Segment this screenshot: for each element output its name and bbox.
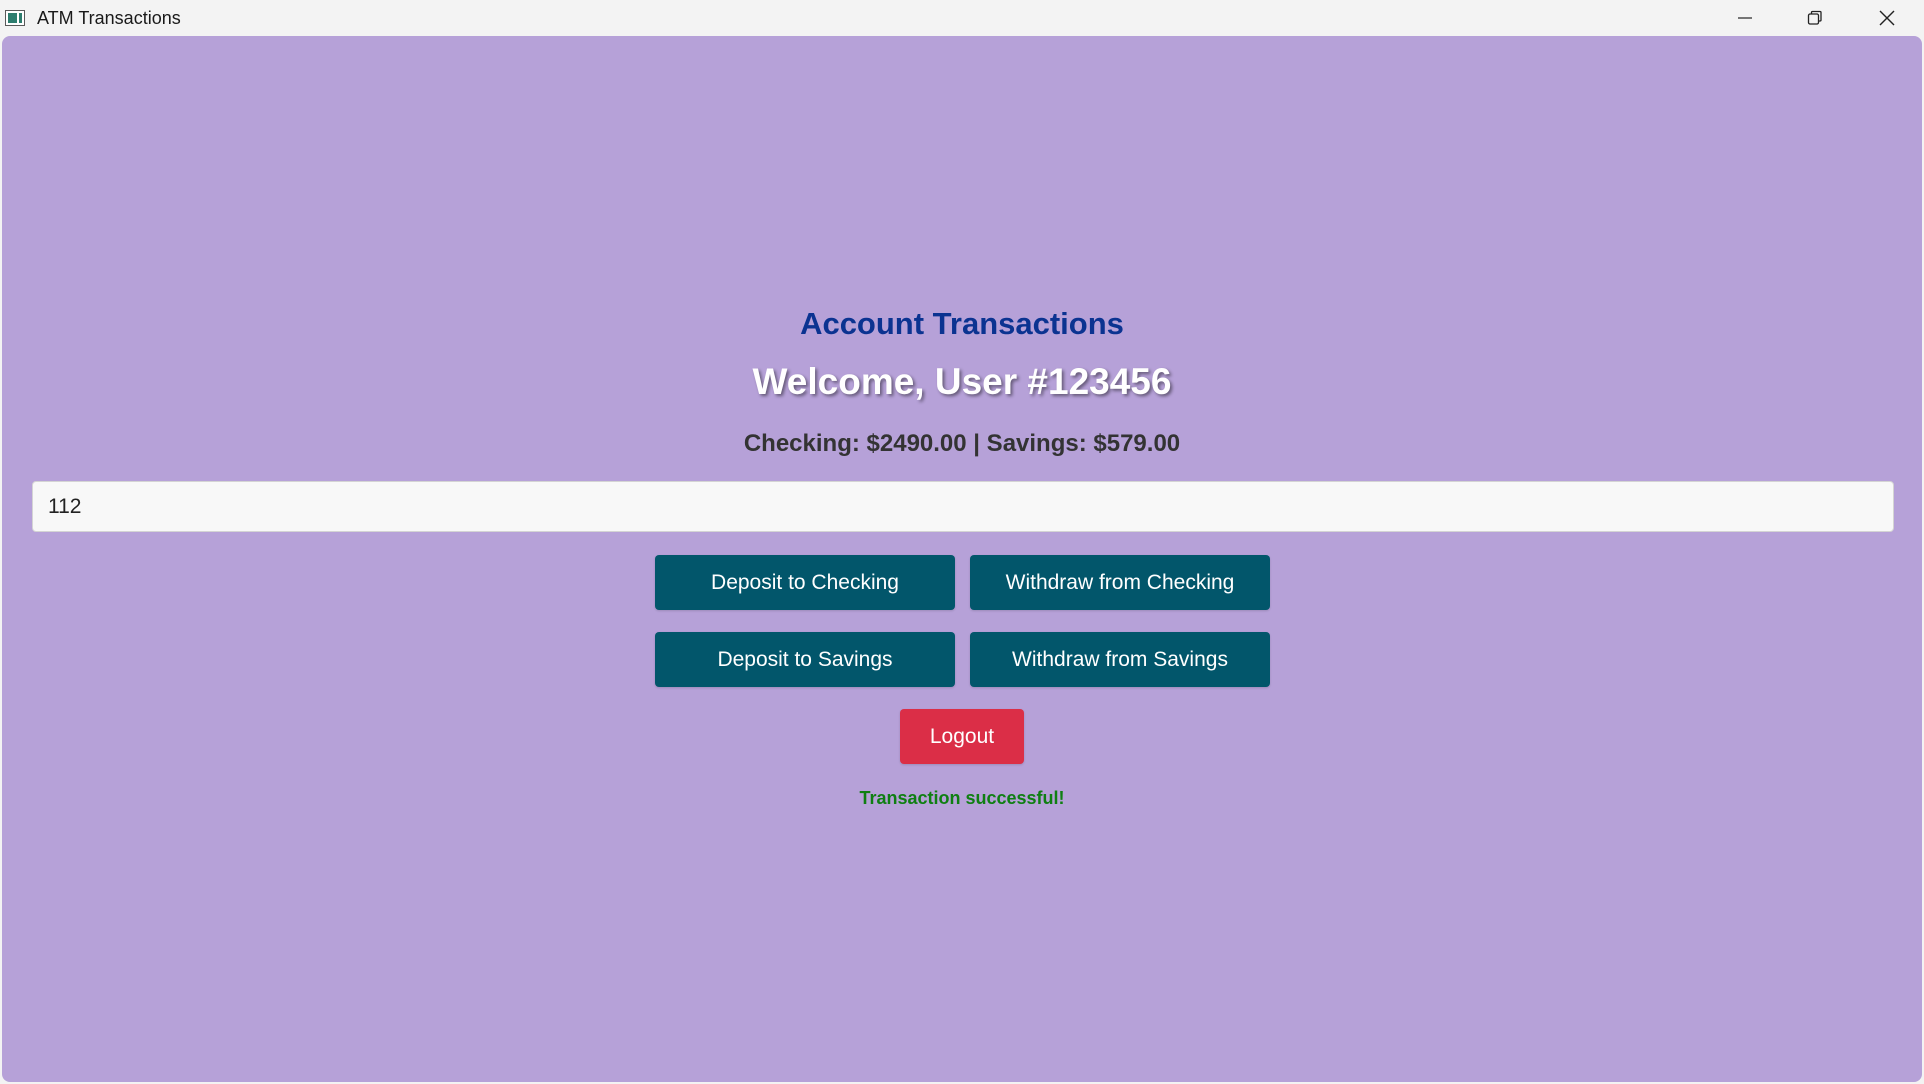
restore-icon — [1807, 10, 1822, 25]
logout-button[interactable]: Logout — [900, 709, 1024, 764]
amount-input[interactable] — [32, 481, 1894, 532]
title-bar[interactable]: ATM Transactions — [0, 0, 1924, 36]
close-button[interactable] — [1852, 0, 1922, 36]
app-icon-pane — [8, 13, 17, 23]
restore-button[interactable] — [1780, 0, 1850, 36]
welcome-message: Welcome, User #123456 — [752, 361, 1172, 402]
minimize-button[interactable] — [1710, 0, 1780, 36]
main-content: Account Transactions Welcome, User #1234… — [2, 36, 1922, 1082]
deposit-to-savings-button[interactable]: Deposit to Savings — [655, 632, 955, 687]
status-message: Transaction successful! — [859, 788, 1065, 808]
app-icon-bar — [19, 13, 22, 23]
account-balances: Checking: $2490.00 | Savings: $579.00 — [743, 430, 1181, 457]
withdraw-from-checking-button[interactable]: Withdraw from Checking — [970, 555, 1270, 610]
minimize-icon — [1738, 17, 1752, 19]
app-window-icon — [5, 10, 25, 26]
page-title: Account Transactions — [800, 306, 1124, 341]
window-title: ATM Transactions — [37, 8, 181, 28]
withdraw-from-savings-button[interactable]: Withdraw from Savings — [970, 632, 1270, 687]
close-icon — [1879, 10, 1895, 26]
deposit-to-checking-button[interactable]: Deposit to Checking — [655, 555, 955, 610]
app-window: ATM Transactions Account Transactions We… — [0, 0, 1924, 1084]
